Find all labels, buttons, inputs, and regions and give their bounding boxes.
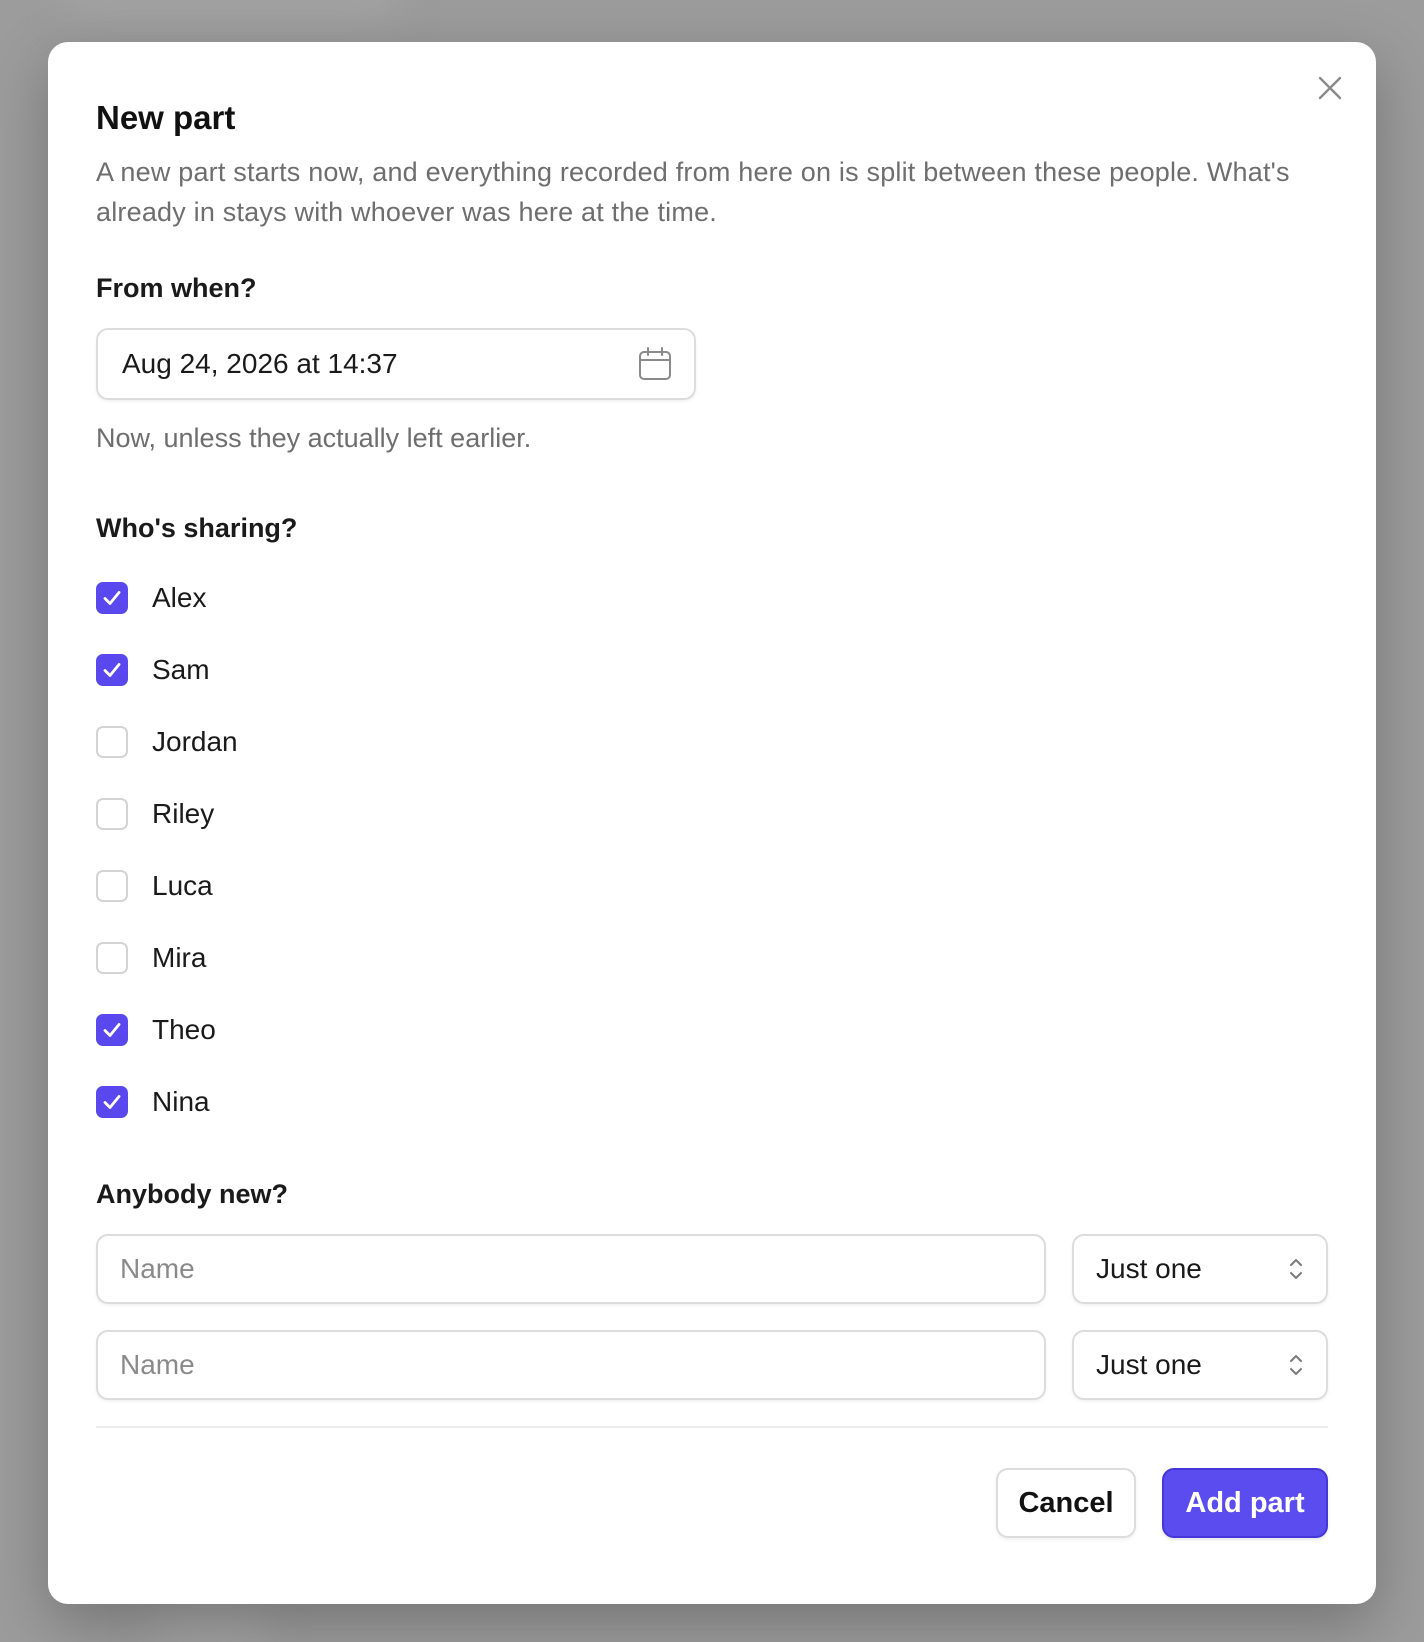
check-icon bbox=[103, 591, 121, 605]
from-when-label: From when? bbox=[96, 273, 257, 303]
newcomer-name-input[interactable] bbox=[96, 1330, 1046, 1400]
calendar-icon[interactable] bbox=[638, 347, 672, 381]
date-time-field[interactable]: Aug 24, 2026 at 14:37 bbox=[96, 328, 696, 400]
add-part-button[interactable]: Add part bbox=[1162, 1468, 1328, 1538]
person-checkbox[interactable] bbox=[96, 942, 128, 974]
chevron-up-down-icon bbox=[1290, 1355, 1302, 1375]
chevron-up-down-icon bbox=[1290, 1259, 1302, 1279]
person-name: Sam bbox=[152, 654, 210, 685]
person-checkbox[interactable] bbox=[96, 870, 128, 902]
share-count-select[interactable]: Just one bbox=[1072, 1330, 1328, 1400]
backdrop-shape bbox=[150, 1600, 270, 1642]
person-name: Mira bbox=[152, 942, 207, 973]
people-list: Alex Sam Jordan Riley Luca Mira Theo Nina bbox=[96, 562, 1328, 1138]
dialog-description: A new part starts now, and everything re… bbox=[96, 157, 1290, 227]
footer-divider bbox=[96, 1426, 1328, 1428]
person-alex[interactable]: Alex bbox=[96, 562, 1328, 634]
person-theo[interactable]: Theo bbox=[96, 994, 1328, 1066]
person-name: Riley bbox=[152, 798, 215, 829]
share-count-value: Just one bbox=[1096, 1349, 1202, 1380]
person-name: Jordan bbox=[152, 726, 238, 757]
dialog-content: New part A new part starts now, and ever… bbox=[96, 96, 1328, 1538]
person-luca[interactable]: Luca bbox=[96, 850, 1328, 922]
check-icon bbox=[103, 1095, 121, 1109]
cancel-button[interactable]: Cancel bbox=[996, 1468, 1136, 1538]
newcomer-row: Just one bbox=[96, 1234, 1328, 1304]
dialog-footer: Cancel Add part bbox=[96, 1468, 1328, 1538]
person-checkbox[interactable] bbox=[96, 654, 128, 686]
newcomer-row: Just one bbox=[96, 1330, 1328, 1400]
person-name: Luca bbox=[152, 870, 213, 901]
dialog-title: New part bbox=[96, 99, 236, 136]
anybody-new-label: Anybody new? bbox=[96, 1179, 289, 1209]
date-time-value: Aug 24, 2026 at 14:37 bbox=[122, 348, 398, 379]
share-count-value: Just one bbox=[1096, 1253, 1202, 1284]
person-jordan[interactable]: Jordan bbox=[96, 706, 1328, 778]
backdrop-shape bbox=[60, 0, 400, 20]
person-name: Nina bbox=[152, 1086, 210, 1117]
new-part-dialog: New part A new part starts now, and ever… bbox=[48, 42, 1376, 1604]
check-icon bbox=[103, 663, 121, 677]
person-name: Alex bbox=[152, 582, 207, 613]
person-checkbox[interactable] bbox=[96, 798, 128, 830]
person-riley[interactable]: Riley bbox=[96, 778, 1328, 850]
share-count-select[interactable]: Just one bbox=[1072, 1234, 1328, 1304]
person-sam[interactable]: Sam bbox=[96, 634, 1328, 706]
newcomer-rows: Just one Just one bbox=[96, 1234, 1328, 1400]
newcomer-name-input[interactable] bbox=[96, 1234, 1046, 1304]
person-mira[interactable]: Mira bbox=[96, 922, 1328, 994]
check-icon bbox=[103, 1023, 121, 1037]
person-name: Theo bbox=[152, 1014, 216, 1045]
whos-sharing-label: Who's sharing? bbox=[96, 513, 298, 543]
person-checkbox[interactable] bbox=[96, 1086, 128, 1118]
person-checkbox[interactable] bbox=[96, 726, 128, 758]
person-checkbox[interactable] bbox=[96, 582, 128, 614]
person-nina[interactable]: Nina bbox=[96, 1066, 1328, 1138]
date-hint: Now, unless they actually left earlier. bbox=[96, 423, 532, 453]
person-checkbox[interactable] bbox=[96, 1014, 128, 1046]
